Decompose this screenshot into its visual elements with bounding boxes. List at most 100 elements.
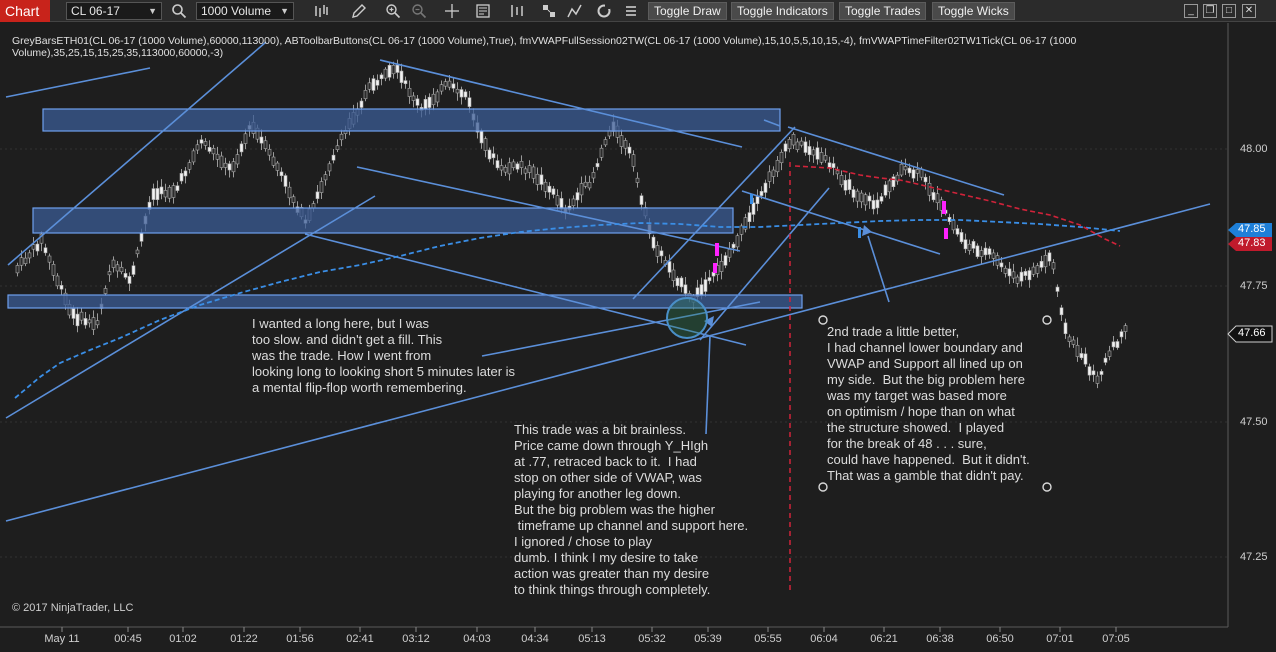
candle-body: [675, 277, 680, 287]
candle-body: [903, 166, 908, 171]
candle-body: [443, 81, 448, 87]
candle-body: [123, 273, 128, 278]
vwap-filter-price-label: 47.83: [1238, 237, 1266, 249]
chevron-down-icon: ▼: [148, 6, 157, 16]
candle-body: [319, 181, 324, 193]
candle-body: [747, 212, 752, 222]
x-tick: 07:05: [1102, 633, 1130, 645]
toggle-wicks-button[interactable]: Toggle Wicks: [932, 2, 1015, 20]
candle-body: [323, 174, 328, 181]
candle-body: [235, 154, 240, 165]
candle-body: [363, 90, 368, 100]
candle-body: [331, 154, 336, 161]
candle-body: [631, 154, 636, 167]
x-tick: 01:02: [169, 633, 197, 645]
candle-body: [327, 163, 332, 172]
candle-body: [19, 257, 24, 266]
crosshair-icon[interactable]: [443, 2, 461, 20]
candle-body: [439, 84, 444, 92]
candle-body: [979, 250, 984, 257]
candle-body: [1015, 276, 1020, 284]
candle-body: [835, 170, 840, 175]
x-tick: 02:41: [346, 633, 374, 645]
candle-body: [207, 146, 212, 152]
candle-body: [339, 133, 344, 141]
toggle-indicators-button[interactable]: Toggle Indicators: [731, 2, 834, 20]
candle-body: [1099, 371, 1104, 375]
candle-body: [367, 82, 372, 90]
candle-body: [1087, 366, 1092, 376]
bar-style-icon[interactable]: [312, 2, 330, 20]
candle-body: [187, 162, 192, 170]
indicator-list: GreyBarsETH01(CL 06-17 (1000 Volume),600…: [12, 35, 1077, 59]
candle-body: [215, 153, 220, 160]
candle-body: [383, 68, 388, 79]
restore-icon[interactable]: ❐: [1203, 4, 1217, 18]
candle-body: [899, 163, 904, 176]
candle-body: [431, 93, 436, 106]
x-tick: 05:39: [694, 633, 722, 645]
strategies-icon[interactable]: [540, 2, 558, 20]
candle-body: [767, 171, 772, 182]
candle-body: [847, 179, 852, 190]
properties-icon[interactable]: [622, 2, 640, 20]
candle-body: [239, 143, 244, 153]
search-icon[interactable]: [170, 2, 188, 20]
x-axis-ticks: [61, 627, 1117, 632]
x-tick: 05:55: [754, 633, 782, 645]
candle-body: [211, 148, 216, 155]
candle-body: [43, 247, 48, 254]
x-tick: 06:04: [810, 633, 838, 645]
candle-body: [83, 318, 88, 326]
candle-body: [315, 191, 320, 199]
candle-body: [915, 169, 920, 174]
copyright-text: © 2017 NinjaTrader, LLC: [12, 602, 134, 614]
indicators-icon[interactable]: [508, 2, 526, 20]
toggle-draw-button[interactable]: Toggle Draw: [648, 2, 727, 20]
candle-body: [955, 228, 960, 235]
candle-body: [951, 220, 956, 231]
candle-body: [1095, 375, 1100, 384]
candle-body: [587, 181, 592, 189]
candle-body: [859, 192, 864, 203]
candle-body: [579, 183, 584, 196]
candle-body: [499, 165, 504, 171]
reload-icon[interactable]: [595, 2, 613, 20]
instrument-selector[interactable]: CL 06-17 ▼: [66, 2, 162, 20]
candle-body: [259, 136, 264, 144]
minimize-icon[interactable]: _: [1184, 4, 1198, 18]
maximize-icon[interactable]: □: [1222, 4, 1236, 18]
candle-body: [403, 80, 408, 85]
pencil-icon[interactable]: [350, 2, 368, 20]
candle-body: [999, 262, 1004, 268]
candle-body: [195, 144, 200, 151]
candle-body: [703, 279, 708, 292]
candle-body: [851, 189, 856, 198]
close-icon[interactable]: ✕: [1242, 4, 1256, 18]
candle-body: [823, 155, 828, 161]
candle-body: [791, 134, 796, 146]
candle-body: [359, 100, 364, 108]
zoom-out-icon[interactable]: [410, 2, 428, 20]
vwap-price-label: 47.85: [1238, 223, 1266, 235]
toggle-trades-button[interactable]: Toggle Trades: [839, 2, 927, 20]
drawing-tools-icon[interactable]: [566, 2, 584, 20]
candle-body: [411, 95, 416, 101]
candle-body: [603, 139, 608, 146]
candle-body: [839, 175, 844, 186]
candle-body: [219, 155, 224, 168]
candle-body: [1007, 268, 1012, 277]
zoom-in-icon[interactable]: [384, 2, 402, 20]
x-tick: 06:50: [986, 633, 1014, 645]
candle-body: [107, 271, 112, 276]
bar-type-selector[interactable]: 1000 Volume ▼: [196, 2, 294, 20]
candle-body: [651, 236, 656, 249]
x-tick: 01:22: [230, 633, 258, 645]
candle-body: [539, 174, 544, 185]
candle-body: [991, 252, 996, 259]
candle-body: [51, 264, 56, 276]
candle-body: [263, 140, 268, 149]
data-box-icon[interactable]: [474, 2, 492, 20]
candle-body: [775, 160, 780, 173]
candle-body: [131, 265, 136, 275]
